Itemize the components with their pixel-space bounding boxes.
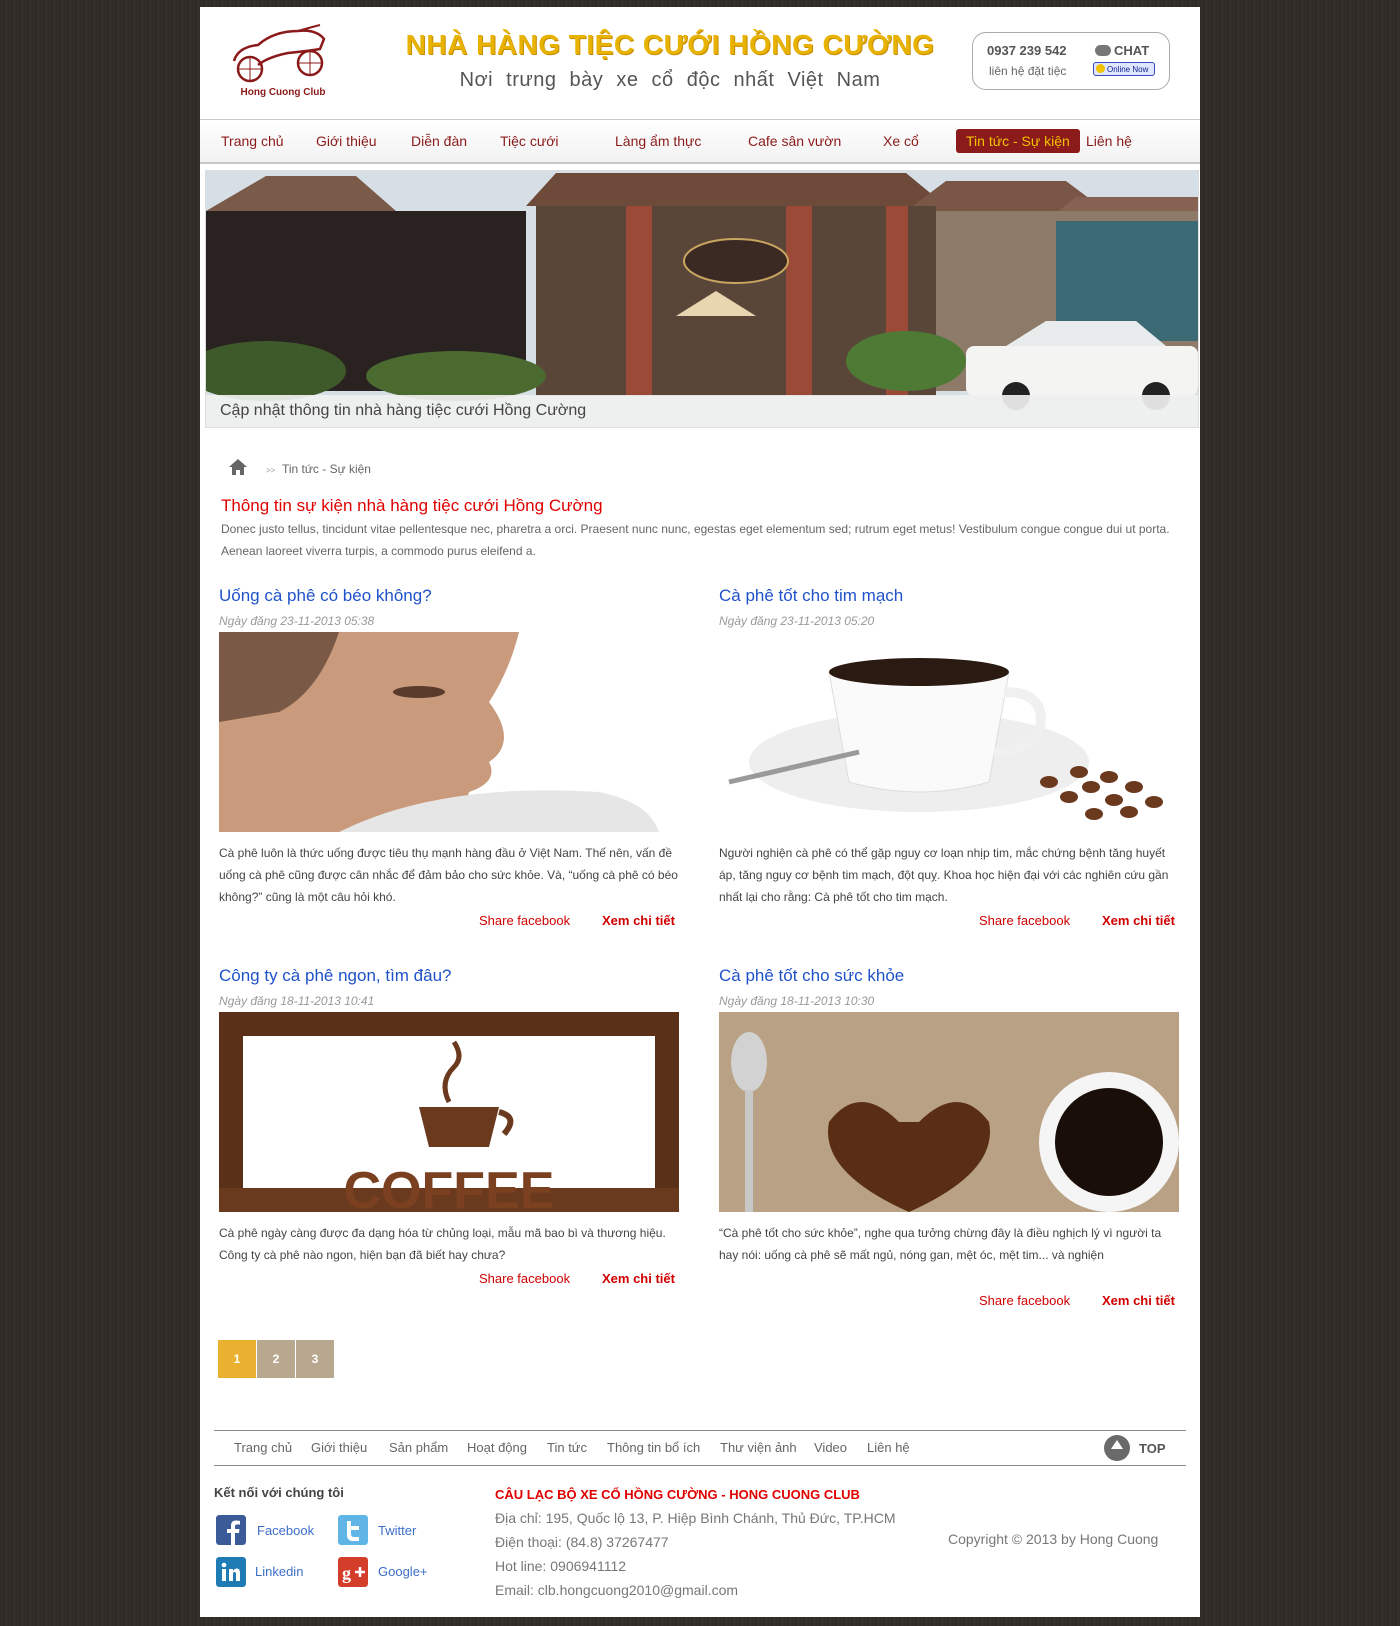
- footer-link-trang-chu[interactable]: Trang chủ: [234, 1440, 292, 1455]
- share-facebook-link[interactable]: Share facebook: [479, 913, 570, 928]
- read-more-link[interactable]: Xem chi tiết: [602, 913, 675, 928]
- club-name: CÂU LẠC BỘ XE CỔ HỒNG CƯỜNG - HONG CUONG…: [495, 1487, 860, 1502]
- footer-nav: Trang chủ Giới thiệu Sản phẩm Hoạt động …: [214, 1430, 1186, 1466]
- arrow-up-icon[interactable]: [1104, 1435, 1130, 1461]
- footer-link-gioi-thieu[interactable]: Giới thiệu: [311, 1440, 367, 1455]
- article-date: Ngày đăng 23-11-2013 05:20: [719, 614, 875, 628]
- page-3-button[interactable]: 3: [296, 1340, 334, 1378]
- footer-link-thong-tin-bo-ich[interactable]: Thông tin bổ ích: [607, 1440, 700, 1455]
- article-title[interactable]: Uống cà phê có béo không?: [219, 586, 432, 606]
- online-now-badge[interactable]: Online Now: [1093, 62, 1155, 76]
- club-email[interactable]: Email: clb.hongcuong2010@gmail.com: [495, 1582, 738, 1598]
- club-phone: Điện thoại: (84.8) 37267477: [495, 1534, 669, 1550]
- article-title[interactable]: Cà phê tốt cho tim mạch: [719, 586, 903, 606]
- footer-link-lien-he[interactable]: Liên hệ: [867, 1440, 910, 1455]
- back-to-top-label[interactable]: TOP: [1139, 1441, 1166, 1456]
- contact-box: 0937 239 542 liên hệ đặt tiệc CHAT Onlin…: [972, 32, 1170, 90]
- section-description: Donec justo tellus, tincidunt vitae pell…: [221, 522, 1170, 558]
- social-link-google-plus[interactable]: Google+: [378, 1564, 428, 1579]
- breadcrumb-current[interactable]: Tin tức - Sự kiện: [282, 462, 371, 476]
- chat-bubble-icon: [1095, 45, 1111, 56]
- nav-item-trang-chu[interactable]: Trang chủ: [211, 129, 294, 153]
- site-title: NHÀ HÀNG TIỆC CƯỚI HỒNG CƯỜNG: [405, 29, 935, 60]
- banner-photo: [206, 171, 1198, 427]
- article-image[interactable]: [219, 632, 679, 832]
- article-image[interactable]: [719, 632, 1179, 832]
- read-more-link[interactable]: Xem chi tiết: [1102, 1293, 1175, 1308]
- connect-title: Kết nối với chúng tôi: [214, 1485, 344, 1500]
- nav-item-dien-dan[interactable]: Diễn đàn: [401, 129, 477, 153]
- logo-text: Hong Cuong Club: [240, 87, 326, 98]
- nav-item-gioi-thieu[interactable]: Giới thiệu: [306, 129, 387, 153]
- facebook-icon[interactable]: [216, 1515, 246, 1545]
- read-more-link[interactable]: Xem chi tiết: [602, 1271, 675, 1286]
- nav-item-xe-co[interactable]: Xe cổ: [873, 129, 929, 153]
- section-title: Thông tin sự kiện nhà hàng tiệc cưới Hồn…: [221, 496, 603, 515]
- site-logo[interactable]: Hong Cuong Club: [228, 21, 338, 101]
- club-hotline: Hot line: 0906941112: [495, 1558, 627, 1574]
- linkedin-icon[interactable]: [216, 1557, 246, 1587]
- page-2-button[interactable]: 2: [257, 1340, 295, 1378]
- home-icon[interactable]: [228, 458, 248, 476]
- page-1-button[interactable]: 1: [218, 1340, 256, 1378]
- article-date: Ngày đăng 18-11-2013 10:30: [719, 994, 875, 1008]
- online-label: Online Now: [1107, 65, 1149, 74]
- breadcrumb-separator: >>: [266, 466, 276, 475]
- site-subtitle: Nơi trưng bày xe cổ độc nhất Việt Nam: [459, 69, 881, 91]
- google-plus-icon[interactable]: g: [338, 1557, 368, 1587]
- copyright: Copyright © 2013 by Hong Cuong: [948, 1531, 1159, 1547]
- article-title[interactable]: Cà phê tốt cho sức khỏe: [719, 966, 904, 986]
- article-image[interactable]: [719, 1012, 1179, 1212]
- hotline-note: liên hệ đặt tiệc: [989, 64, 1067, 78]
- smiley-icon: [1096, 64, 1105, 73]
- share-facebook-link[interactable]: Share facebook: [979, 1293, 1070, 1308]
- banner-caption: Cập nhật thông tin nhà hàng tiệc cưới Hồ…: [220, 402, 587, 419]
- article-excerpt: Người nghiện cà phê có thể gặp nguy cơ l…: [719, 846, 1169, 904]
- footer-link-tin-tuc[interactable]: Tin tức: [547, 1440, 587, 1455]
- hero-banner: Cập nhật thông tin nhà hàng tiệc cưới Hồ…: [205, 170, 1199, 428]
- nav-item-tin-tuc-su-kien[interactable]: Tin tức - Sự kiện: [956, 129, 1080, 153]
- coffee-image-text: COFFEE: [344, 1162, 555, 1212]
- read-more-link[interactable]: Xem chi tiết: [1102, 913, 1175, 928]
- share-facebook-link[interactable]: Share facebook: [979, 913, 1070, 928]
- page: Hong Cuong Club NHÀ HÀNG TIỆC CƯỚI HỒNG …: [200, 7, 1200, 1617]
- share-facebook-link[interactable]: Share facebook: [479, 1271, 570, 1286]
- footer-link-thu-vien-anh[interactable]: Thư viện ảnh: [720, 1440, 797, 1455]
- twitter-icon[interactable]: [338, 1515, 368, 1545]
- nav-item-lang-am-thuc[interactable]: Làng ẩm thực: [605, 129, 711, 153]
- hotline-number[interactable]: 0937 239 542: [987, 43, 1067, 58]
- social-link-facebook[interactable]: Facebook: [257, 1523, 314, 1538]
- chat-button[interactable]: CHAT: [1095, 43, 1149, 58]
- article-title[interactable]: Công ty cà phê ngon, tìm đâu?: [219, 966, 452, 986]
- article-image[interactable]: COFFEE: [219, 1012, 679, 1212]
- article-date: Ngày đăng 18-11-2013 10:41: [219, 994, 375, 1008]
- nav-item-tiec-cuoi[interactable]: Tiệc cưới: [490, 129, 568, 153]
- footer-link-hoat-dong[interactable]: Hoạt động: [467, 1440, 527, 1455]
- nav-item-lien-he[interactable]: Liên hệ: [1076, 129, 1142, 153]
- article-excerpt: “Cà phê tốt cho sức khỏe”, nghe qua tưởn…: [719, 1226, 1162, 1262]
- social-link-twitter[interactable]: Twitter: [378, 1523, 416, 1538]
- banner-caption-bar: Cập nhật thông tin nhà hàng tiệc cưới Hồ…: [206, 395, 1198, 427]
- article-excerpt: Cà phê ngày càng được đa dạng hóa từ chủ…: [219, 1226, 666, 1262]
- main-nav: Trang chủ Giới thiệu Diễn đàn Tiệc cưới …: [200, 119, 1200, 164]
- article-excerpt: Cà phê luôn là thức uống được tiêu thụ m…: [219, 846, 678, 904]
- article-date: Ngày đăng 23-11-2013 05:38: [219, 614, 375, 628]
- social-link-linkedin[interactable]: Linkedin: [255, 1564, 303, 1579]
- nav-item-cafe-san-vuon[interactable]: Cafe sân vườn: [738, 129, 851, 153]
- chat-label: CHAT: [1114, 43, 1150, 58]
- car-logo-icon: [232, 24, 326, 83]
- club-address: Địa chỉ: 195, Quốc lộ 13, P. Hiệp Bình C…: [495, 1510, 896, 1526]
- footer-link-video[interactable]: Video: [814, 1440, 847, 1455]
- svg-text:g: g: [342, 1563, 351, 1583]
- footer-link-san-pham[interactable]: Sản phẩm: [389, 1440, 448, 1455]
